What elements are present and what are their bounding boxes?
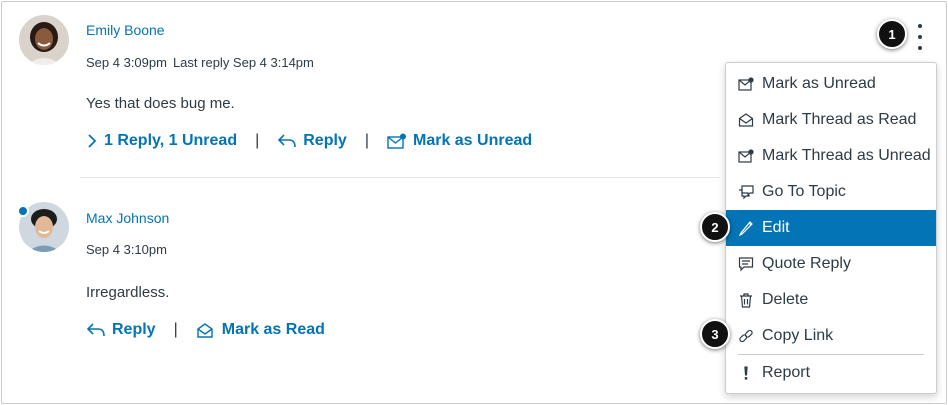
post-actions: 1 Reply, 1 Unread | Reply | Mark as Unre… [86, 132, 532, 150]
menu-item-mark-thread-as-unread[interactable]: Mark Thread as Unread [726, 138, 936, 174]
discussion-icon [739, 185, 754, 200]
menu-item-edit[interactable]: Edit [726, 210, 936, 246]
callout-2: 2 [700, 212, 730, 242]
reply-arrow-icon [86, 323, 105, 337]
link-icon [739, 329, 753, 343]
menu-item-copy-link[interactable]: Copy Link [726, 318, 936, 354]
menu-item-delete[interactable]: Delete [726, 282, 936, 318]
reply-label: Reply [303, 132, 347, 149]
mark-as-read-button[interactable]: Mark as Read [196, 321, 325, 339]
envelope-open-icon [197, 323, 213, 338]
menu-item-mark-thread-as-read[interactable]: Mark Thread as Read [726, 102, 936, 138]
menu-item-quote-reply[interactable]: Quote Reply [726, 246, 936, 282]
reply-arrow-icon [278, 134, 297, 148]
action-separator: | [173, 321, 178, 338]
last-reply-time: Last reply Sep 4 3:14pm [172, 55, 314, 70]
replies-toggle-button[interactable]: 1 Reply, 1 Unread [86, 132, 237, 150]
menu-item-go-to-topic[interactable]: Go To Topic [726, 174, 936, 210]
menu-item-mark-as-unread[interactable]: Mark as Unread [726, 66, 936, 102]
post-body: Irregardless. [86, 284, 170, 301]
mark-as-unread-button[interactable]: Mark as Unread [387, 132, 532, 150]
replies-count: 1 Reply, 1 Unread [104, 132, 238, 149]
envelope-unread-icon [738, 77, 754, 91]
unread-indicator [17, 205, 29, 217]
post-divider [80, 177, 720, 178]
avatar-emily-boone[interactable] [19, 15, 69, 65]
reply-label: Reply [112, 321, 156, 338]
post-timestamp: Sep 4 3:10pm [86, 242, 167, 257]
post-body: Yes that does bug me. [86, 95, 235, 112]
reply-button[interactable]: Reply [86, 321, 156, 339]
envelope-unread-icon [387, 133, 406, 149]
envelope-unread-icon [738, 149, 754, 163]
posted-time: Sep 4 3:09pm [86, 55, 167, 70]
post-actions: Reply | Mark as Read [86, 321, 325, 339]
menu-item-report[interactable]: Report [726, 355, 936, 391]
posted-time: Sep 4 3:10pm [86, 242, 167, 257]
mark-label: Mark as Unread [412, 132, 533, 149]
post-author[interactable]: Emily Boone [86, 22, 165, 38]
envelope-open-icon [738, 113, 754, 127]
action-separator: | [364, 132, 369, 149]
exclamation-icon [744, 366, 748, 380]
post-timestamp: Sep 4 3:09pm Last reply Sep 4 3:14pm [86, 55, 314, 70]
action-separator: | [255, 132, 260, 149]
chevron-right-icon [88, 134, 97, 148]
reply-button[interactable]: Reply [277, 132, 347, 150]
callout-1: 1 [877, 19, 907, 49]
pencil-icon [738, 221, 753, 236]
mark-label: Mark as Read [221, 321, 325, 338]
more-options-kebab-icon[interactable] [912, 24, 928, 50]
post-author[interactable]: Max Johnson [86, 210, 169, 226]
trash-icon [740, 293, 752, 308]
callout-3: 3 [700, 319, 730, 349]
post-options-menu: Mark as Unread Mark Thread as Read Mark … [725, 62, 937, 394]
quote-icon [738, 257, 754, 272]
